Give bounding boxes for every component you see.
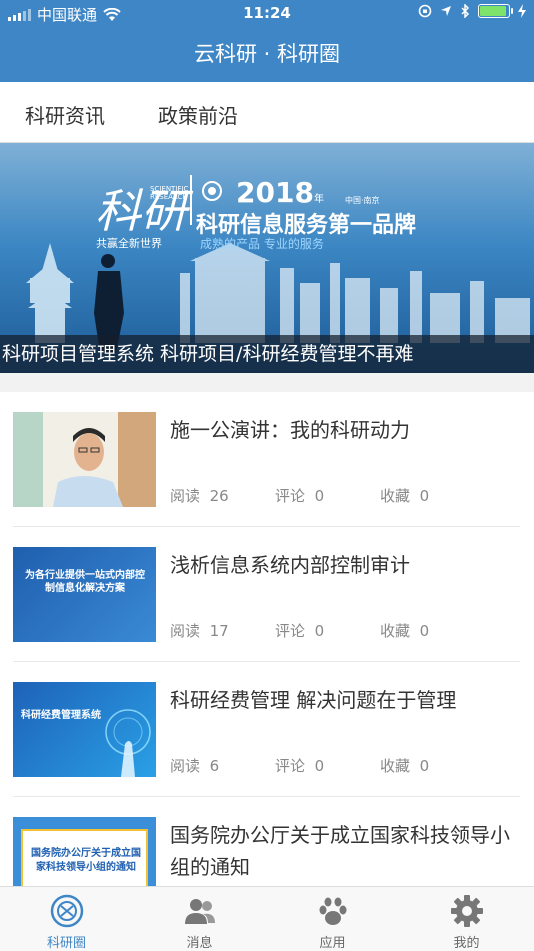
list-item[interactable]: 国务院办公厅关于成立国家科技领导小组的通知 国务院办公厅关于成立国家科技领导小组… bbox=[0, 797, 534, 892]
research-circle-icon bbox=[50, 894, 84, 928]
article-title: 浅析信息系统内部控制审计 bbox=[170, 553, 410, 577]
promo-banner[interactable]: 科研 2018年 中国·南京 科研信息服务第一品牌 SCIENTIFIC RES… bbox=[0, 143, 534, 373]
thumbnail-caption: 为各行业提供一站式内部控制信息化解决方案 bbox=[25, 570, 145, 594]
article-thumbnail bbox=[13, 412, 156, 507]
banner-slogan-left: 共赢全新世界 bbox=[96, 237, 162, 250]
fav-count: 收藏 0 bbox=[380, 620, 429, 641]
list-item[interactable]: 科研经费管理系统 科研经费管理 解决问题在于管理 阅读 6 评论 0 收藏 0 bbox=[0, 662, 534, 797]
fav-count: 收藏 0 bbox=[380, 485, 429, 506]
article-thumbnail: 科研经费管理系统 bbox=[13, 682, 156, 777]
fav-label: 收藏 bbox=[380, 622, 411, 640]
tabbar-label: 科研圈 bbox=[46, 936, 86, 951]
tab-policy-frontier[interactable]: 政策前沿 bbox=[158, 100, 238, 129]
bluetooth-icon bbox=[461, 4, 470, 18]
read-count: 阅读 17 bbox=[170, 620, 229, 641]
page-title: 云科研 · 科研圈 bbox=[193, 42, 341, 66]
article-list: 施一公演讲：我的科研动力 阅读 26 评论 0 收藏 0 为各行业提供一站式内部… bbox=[0, 392, 534, 892]
fav-label: 收藏 bbox=[380, 487, 411, 505]
tabbar-label: 消息 bbox=[186, 936, 213, 951]
article-title: 国务院办公厅关于成立国家科技领导小组的通知 bbox=[170, 823, 510, 879]
read-count: 阅读 26 bbox=[170, 485, 229, 506]
list-item[interactable]: 施一公演讲：我的科研动力 阅读 26 评论 0 收藏 0 bbox=[0, 392, 534, 527]
banner-caption: 科研项目管理系统 科研项目/科研经费管理不再难 bbox=[0, 335, 534, 373]
banner-slogan-right: 成熟的产品 专业的服务 bbox=[200, 237, 324, 251]
tabbar-label: 应用 bbox=[319, 936, 346, 951]
read-value: 26 bbox=[209, 487, 229, 505]
read-count: 阅读 6 bbox=[170, 755, 219, 776]
comment-count: 评论 0 bbox=[275, 485, 324, 506]
battery-icon bbox=[478, 4, 513, 18]
tab-research-news[interactable]: 科研资讯 bbox=[21, 100, 109, 141]
tabbar-item-apps[interactable]: 应用 bbox=[266, 887, 399, 951]
banner-year-number: 2018 bbox=[236, 176, 314, 209]
people-icon bbox=[185, 899, 215, 924]
banner-year-suffix: 年 bbox=[313, 194, 324, 205]
tabbar-item-research-circle[interactable]: 科研圈 bbox=[0, 887, 133, 951]
banner-brand-en: SCIENTIFIC RESEARCH bbox=[150, 185, 189, 201]
location-icon bbox=[441, 6, 451, 16]
read-label: 阅读 bbox=[170, 622, 201, 640]
fav-value: 0 bbox=[419, 487, 430, 505]
top-tabs: 科研资讯 政策前沿 bbox=[0, 82, 534, 143]
fav-label: 收藏 bbox=[380, 757, 411, 775]
gear-icon bbox=[451, 895, 483, 927]
paw-icon bbox=[319, 897, 347, 925]
charging-icon bbox=[518, 4, 526, 18]
article-thumbnail: 国务院办公厅关于成立国家科技领导小组的通知 bbox=[13, 817, 156, 892]
fav-count: 收藏 0 bbox=[380, 755, 429, 776]
article-title: 科研经费管理 解决问题在于管理 bbox=[170, 688, 457, 712]
thumbnail-caption: 国务院办公厅关于成立国家科技领导小组的通知 bbox=[31, 848, 141, 873]
comment-value: 0 bbox=[314, 757, 325, 775]
read-value: 6 bbox=[209, 757, 220, 775]
comment-value: 0 bbox=[314, 487, 325, 505]
tabbar-item-me[interactable]: 我的 bbox=[400, 887, 533, 951]
banner-year: 2018年 bbox=[236, 176, 324, 209]
comment-label: 评论 bbox=[275, 622, 306, 640]
fav-value: 0 bbox=[419, 622, 430, 640]
read-label: 阅读 bbox=[170, 757, 201, 775]
comment-count: 评论 0 bbox=[275, 620, 324, 641]
bottom-tab-bar: 科研圈 消息 应用 我的 bbox=[0, 886, 534, 951]
tabbar-label: 我的 bbox=[453, 936, 480, 951]
list-item[interactable]: 为各行业提供一站式内部控制信息化解决方案 浅析信息系统内部控制审计 阅读 17 … bbox=[0, 527, 534, 662]
orientation-lock-icon bbox=[418, 4, 432, 18]
read-value: 17 bbox=[209, 622, 229, 640]
app-header: 中国联通 11:24 云科研 · 科研圈 bbox=[0, 0, 534, 82]
banner-location: 中国·南京 bbox=[345, 196, 380, 205]
portrait-image bbox=[13, 412, 156, 507]
comment-label: 评论 bbox=[275, 487, 306, 505]
article-title: 施一公演讲：我的科研动力 bbox=[170, 418, 410, 442]
tabbar-item-messages[interactable]: 消息 bbox=[133, 887, 266, 951]
comment-label: 评论 bbox=[275, 757, 306, 775]
comment-value: 0 bbox=[314, 622, 325, 640]
hand-graphic bbox=[105, 709, 151, 777]
article-thumbnail: 为各行业提供一站式内部控制信息化解决方案 bbox=[13, 547, 156, 642]
read-label: 阅读 bbox=[170, 487, 201, 505]
fav-value: 0 bbox=[419, 757, 430, 775]
status-bar: 中国联通 11:24 bbox=[0, 0, 534, 28]
status-right bbox=[418, 4, 526, 18]
comment-count: 评论 0 bbox=[275, 755, 324, 776]
